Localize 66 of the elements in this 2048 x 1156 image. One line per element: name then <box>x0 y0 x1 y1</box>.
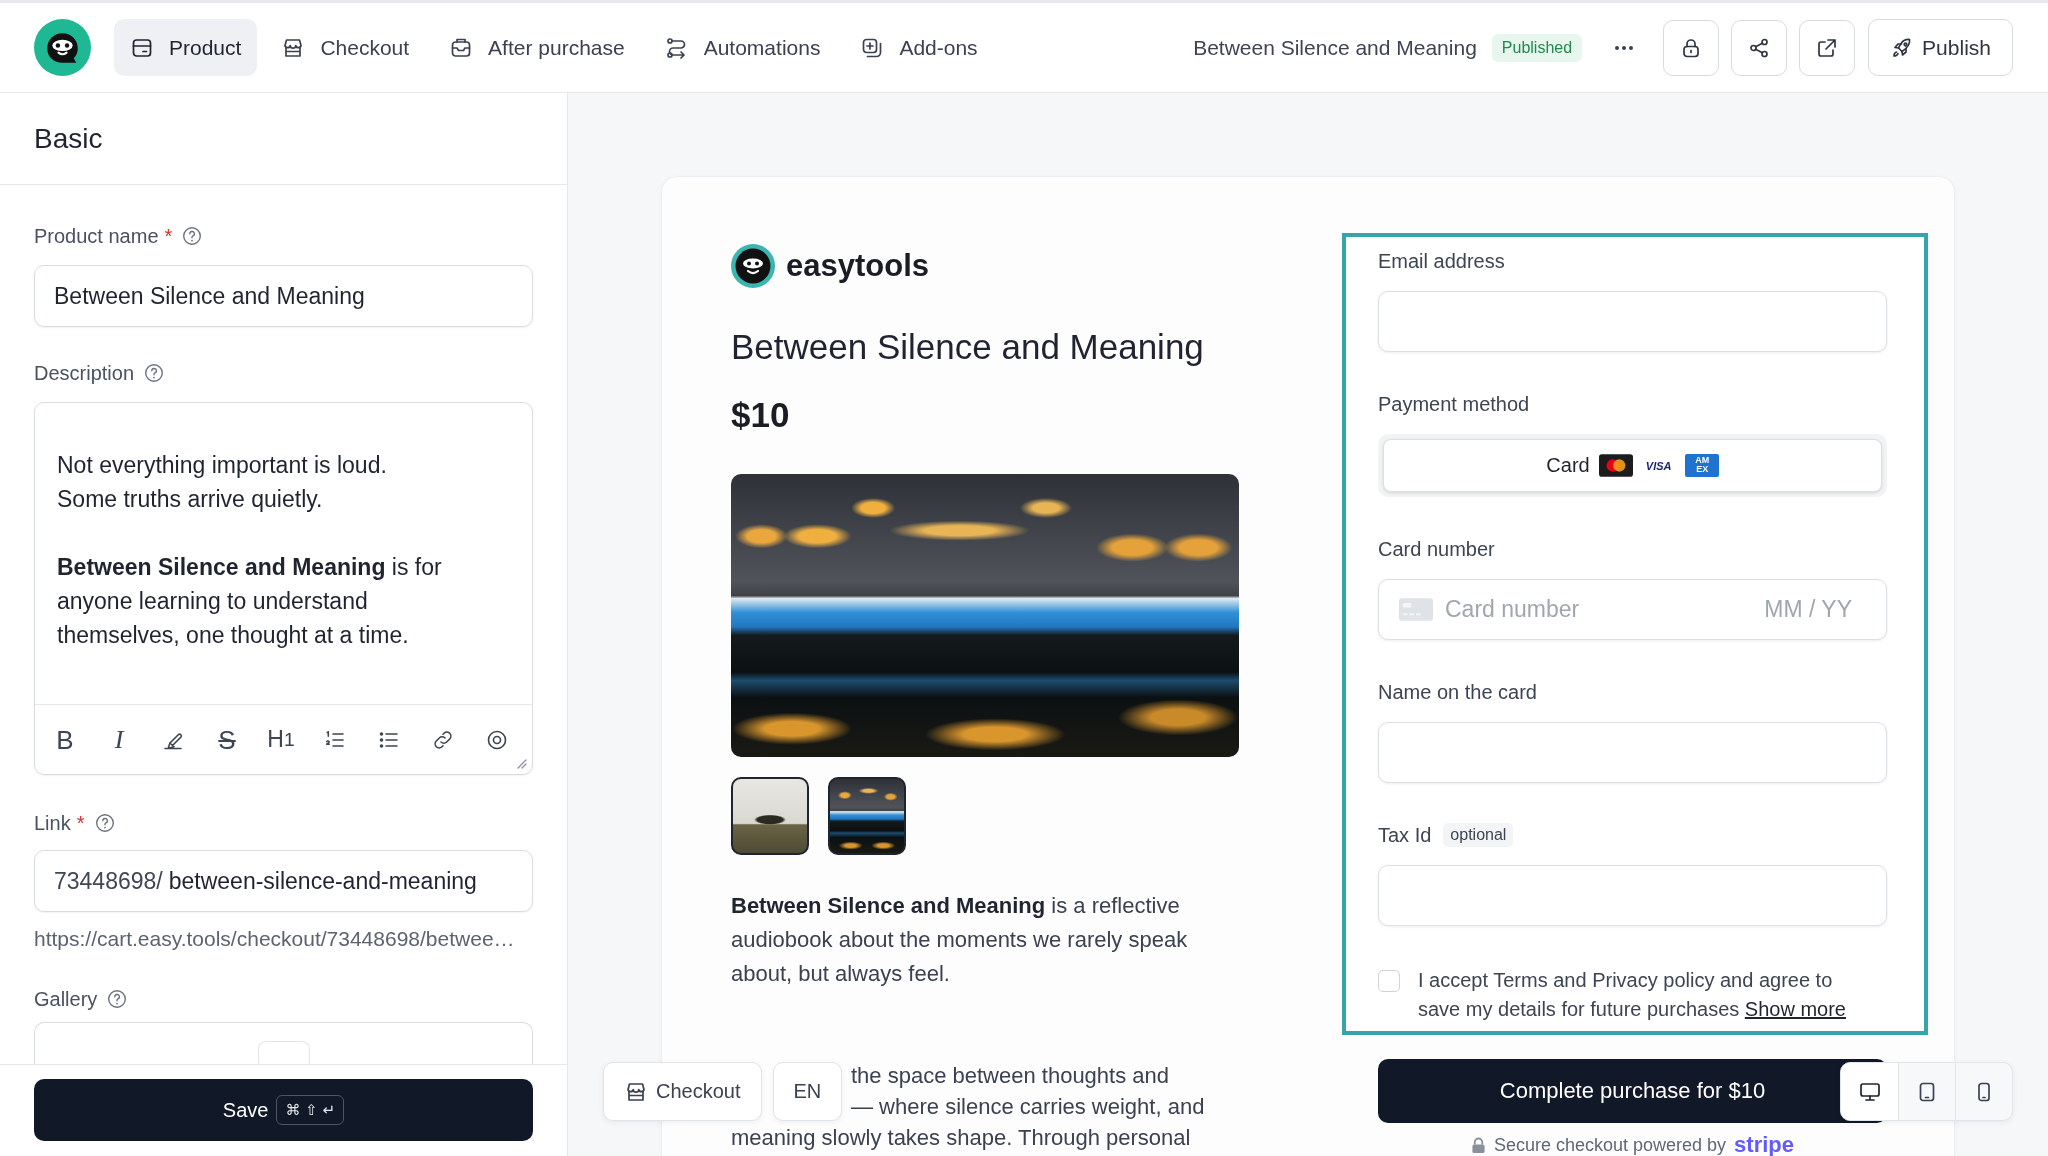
brand-logo-icon <box>731 244 775 288</box>
required-asterisk: * <box>76 811 85 835</box>
description-line: the space between thoughts and <box>851 1062 1171 1090</box>
product-heading: Between Silence and Meaning <box>731 326 1205 368</box>
page-switch-button[interactable]: Checkout <box>603 1062 762 1121</box>
stripe-logo: stripe <box>1734 1134 1795 1156</box>
lock-button[interactable] <box>1663 19 1720 76</box>
section-title: Basic <box>34 122 103 155</box>
nav-tab[interactable]: Product <box>114 19 258 76</box>
show-more-link[interactable]: Show more <box>1744 998 1846 1020</box>
mastercard-icon <box>1598 454 1633 477</box>
credit-card-icon <box>1399 598 1433 621</box>
italic-button[interactable]: I <box>99 719 139 760</box>
device-view-button[interactable] <box>1841 1063 1898 1120</box>
description-line: meaning slowly takes shape. Through personal <box>731 1124 1192 1152</box>
amex-logo: AMEX <box>1684 454 1719 477</box>
description-line: — where silence carries weight, and <box>851 1093 1206 1121</box>
payment-option[interactable]: Card VISA AMEX <box>1383 439 1882 492</box>
help-icon[interactable] <box>144 363 165 383</box>
nav-tab[interactable]: Checkout <box>265 19 426 76</box>
nav-tab[interactable]: After purchase <box>433 19 641 76</box>
product-name-field[interactable]: Between Silence and Meaning <box>34 265 533 327</box>
share-button[interactable] <box>1731 19 1788 76</box>
field-label: Tax Id <box>1378 823 1432 847</box>
secure-checkout-note: Secure checkout powered by <box>1493 1134 1727 1156</box>
optional-tag: optional <box>1443 823 1514 847</box>
save-button[interactable]: Save ⌘ ⇧ ↵ <box>34 1079 533 1141</box>
thumbnail-photo[interactable] <box>731 777 809 855</box>
status-badge: Published <box>1491 33 1583 62</box>
product-price: $10 <box>731 394 791 436</box>
help-icon[interactable] <box>107 989 128 1009</box>
field-label: Card number <box>1378 537 1495 561</box>
bold-button[interactable]: B <box>45 719 85 760</box>
field-label: Payment method <box>1378 392 1530 416</box>
text-field[interactable] <box>1378 722 1887 783</box>
consent-text: I accept Terms and Privacy policy and agree to save my details for future purchases Show more <box>1418 968 1847 1022</box>
field-label: Description <box>34 361 135 385</box>
resize-handle-icon[interactable] <box>515 757 527 769</box>
lock-icon <box>1470 1136 1486 1154</box>
field-label: Email address <box>1378 249 1505 273</box>
text-field[interactable] <box>1378 865 1887 926</box>
strikethrough-button[interactable]: S <box>207 719 247 760</box>
brand-name: easytools <box>786 248 929 284</box>
help-icon[interactable] <box>94 813 115 833</box>
publish-button[interactable]: Publish <box>1868 19 2013 76</box>
description-paragraph: Between Silence and Meaning is for anyone learning to understand themselves, one thought at a time. <box>57 553 443 650</box>
open-preview-button[interactable] <box>1799 19 1856 76</box>
checkout-url: https://cart.easy.tools/checkout/73448698/betwee… <box>34 928 516 950</box>
nav-tab[interactable]: Add-ons <box>844 19 994 76</box>
thumbnail-photo[interactable] <box>828 777 906 855</box>
link-field[interactable]: 73448698/ between-silence-and-meaning <box>34 850 533 912</box>
field-label: Product name <box>34 224 159 248</box>
app-logo-icon[interactable] <box>34 19 91 76</box>
keyboard-shortcut: ⌘ ⇧ ↵ <box>276 1095 345 1125</box>
help-icon[interactable] <box>182 226 203 246</box>
field-label: Link <box>34 811 71 835</box>
language-button[interactable]: EN <box>772 1062 843 1121</box>
product-title: Between Silence and Meaning <box>1193 35 1477 60</box>
field-label: Name on the card <box>1378 680 1537 704</box>
required-asterisk: * <box>164 224 173 248</box>
consent-checkbox[interactable] <box>1378 970 1400 992</box>
text-field[interactable] <box>1378 291 1887 352</box>
product-description: Between Silence and Meaning is a reflective audiobook about the moments we rarely speak about, but always feel. <box>731 892 1189 988</box>
nav-tab[interactable]: Automations <box>648 19 837 76</box>
field-label: Gallery <box>34 987 98 1011</box>
description-paragraph: Not everything important is loud. Some truths arrive quietly. <box>57 451 388 514</box>
